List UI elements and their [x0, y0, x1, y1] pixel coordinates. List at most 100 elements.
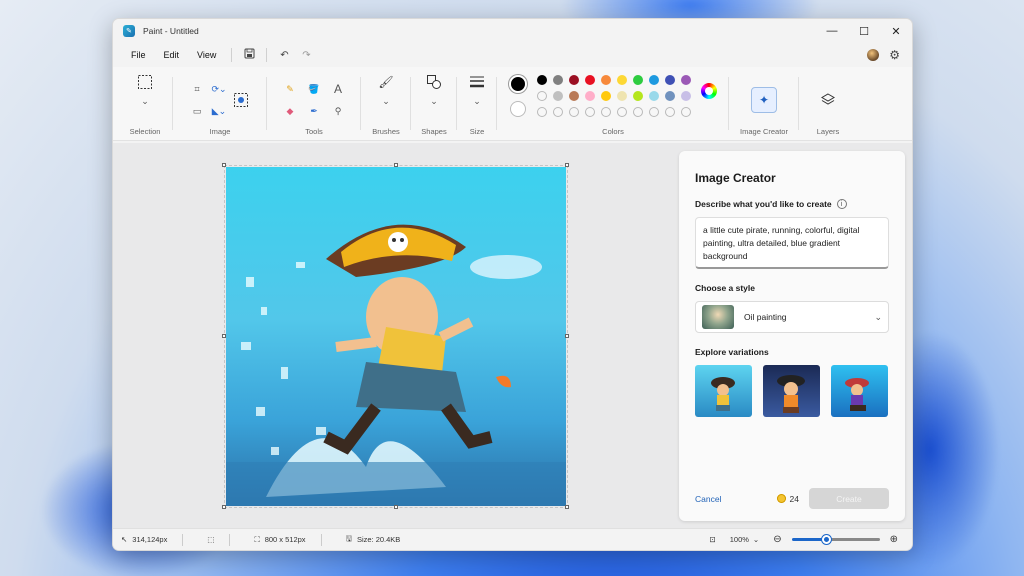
variation-thumbnail[interactable] [763, 365, 820, 417]
info-icon[interactable]: i [836, 199, 847, 209]
resize-handle[interactable] [222, 334, 226, 338]
custom-color-slot[interactable] [569, 107, 579, 117]
style-value: Oil painting [744, 312, 787, 322]
resize-handle[interactable] [222, 163, 226, 167]
zoom-slider[interactable] [791, 535, 880, 544]
chevron-down-icon[interactable]: ⌄ [470, 93, 484, 109]
custom-color-slot[interactable] [681, 107, 691, 117]
color-swatch[interactable] [649, 75, 659, 85]
color-swatch[interactable] [585, 91, 595, 101]
custom-color-slot[interactable] [553, 107, 563, 117]
variation-thumbnail[interactable] [695, 365, 752, 417]
chevron-down-icon[interactable]: ⌄ [427, 93, 441, 109]
selection-group: ⌄ Selection [117, 67, 173, 140]
color-swatch[interactable] [553, 75, 563, 85]
edit-colors-icon[interactable] [701, 83, 717, 99]
create-button[interactable]: Create [809, 488, 889, 509]
fit-to-window-icon[interactable]: ⊡ [709, 535, 715, 544]
pencil-icon[interactable]: ✎ [283, 81, 297, 97]
custom-color-slot[interactable] [665, 107, 675, 117]
close-button[interactable]: ✕ [880, 19, 912, 43]
variation-thumbnail[interactable] [831, 365, 888, 417]
custom-color-slot[interactable] [537, 107, 547, 117]
cancel-link[interactable]: Cancel [695, 494, 721, 504]
crop-icon[interactable]: ⌗ [190, 81, 204, 97]
colors-label: Colors [602, 127, 624, 136]
color-swatch[interactable] [649, 91, 659, 101]
minimize-button[interactable]: — [816, 19, 848, 43]
chevron-down-icon[interactable]: ⌄ [138, 93, 152, 109]
custom-color-slot[interactable] [601, 107, 611, 117]
shapes-icon[interactable] [425, 73, 443, 91]
secondary-color-swatch[interactable] [510, 101, 526, 117]
redo-icon[interactable]: ↷ [295, 50, 317, 61]
line-size-icon[interactable] [468, 73, 486, 91]
zoom-dropdown[interactable]: 100% ⌄ [726, 533, 763, 546]
remove-background-icon[interactable] [232, 91, 250, 109]
cursor-position: ↖ 314,124px [121, 533, 184, 546]
rectangle-select-icon[interactable] [136, 73, 154, 91]
zoom-out-icon[interactable]: ⊖ [773, 534, 781, 545]
image-creator-group: ✦ Image Creator [729, 67, 799, 140]
color-swatch[interactable] [585, 75, 595, 85]
menu-divider [266, 48, 268, 62]
color-swatch[interactable] [665, 75, 675, 85]
chevron-down-icon: ⌄ [874, 311, 882, 322]
color-swatch[interactable] [537, 75, 547, 85]
primary-color-swatch[interactable] [509, 75, 527, 93]
color-swatch[interactable] [601, 75, 611, 85]
flip-icon[interactable]: ◣⌄ [212, 103, 226, 119]
image-creator-icon[interactable]: ✦ [751, 87, 777, 113]
prompt-textarea[interactable]: a little cute pirate, running, colorful,… [695, 217, 889, 269]
color-swatch[interactable] [633, 91, 643, 101]
tools-group: ✎ 🪣 A ◆ ✒ ⚲ Tools [267, 67, 361, 140]
fill-bucket-icon[interactable]: 🪣 [307, 81, 321, 97]
custom-color-slot[interactable] [649, 107, 659, 117]
account-avatar-icon[interactable] [867, 49, 880, 61]
settings-gear-icon[interactable]: ⚙ [889, 48, 900, 62]
color-swatch[interactable] [633, 75, 643, 85]
resize-handle[interactable] [565, 505, 569, 509]
menu-edit[interactable]: Edit [155, 50, 189, 60]
resize-handle[interactable] [222, 505, 226, 509]
color-picker-icon[interactable]: ✒ [307, 103, 321, 119]
eraser-icon[interactable]: ◆ [283, 103, 297, 119]
color-swatch[interactable] [617, 91, 627, 101]
zoom-slider-thumb[interactable] [821, 535, 831, 544]
custom-color-slot[interactable] [617, 107, 627, 117]
resize-handle[interactable] [394, 505, 398, 509]
menu-view[interactable]: View [188, 50, 225, 60]
maximize-button[interactable]: ☐ [848, 19, 880, 43]
style-dropdown[interactable]: Oil painting ⌄ [695, 301, 889, 333]
zoom-in-icon[interactable]: ⊕ [890, 534, 898, 545]
color-swatch[interactable] [665, 91, 675, 101]
custom-color-slot[interactable] [537, 91, 547, 101]
rotate-icon[interactable]: ⟳⌄ [211, 81, 226, 97]
resize-icon[interactable]: ▭ [190, 103, 204, 119]
resize-handle[interactable] [394, 163, 398, 167]
color-swatch[interactable] [569, 75, 579, 85]
magnifier-icon[interactable]: ⚲ [331, 103, 345, 119]
resize-handle[interactable] [565, 163, 569, 167]
color-swatch[interactable] [569, 91, 579, 101]
color-swatch[interactable] [553, 91, 563, 101]
resize-handle[interactable] [565, 334, 569, 338]
window-title: Paint - Untitled [143, 26, 199, 36]
save-icon[interactable] [238, 48, 260, 62]
color-swatch[interactable] [681, 75, 691, 85]
undo-icon[interactable]: ↶ [273, 50, 295, 61]
custom-color-slot[interactable] [633, 107, 643, 117]
color-swatch[interactable] [601, 91, 611, 101]
canvas-size: ⛶ 800 x 512px [254, 533, 322, 546]
color-swatch[interactable] [617, 75, 627, 85]
menu-file[interactable]: File [122, 50, 155, 60]
tools-label: Tools [305, 127, 323, 136]
layers-icon[interactable] [819, 91, 837, 109]
selection-size: ⬚ [207, 533, 231, 546]
chevron-down-icon[interactable]: ⌄ [379, 93, 393, 109]
color-swatch[interactable] [681, 91, 691, 101]
text-icon[interactable]: A [331, 81, 345, 97]
drawing-canvas[interactable] [226, 167, 566, 506]
custom-color-slot[interactable] [585, 107, 595, 117]
brush-icon[interactable]: 🖌 [377, 73, 395, 91]
